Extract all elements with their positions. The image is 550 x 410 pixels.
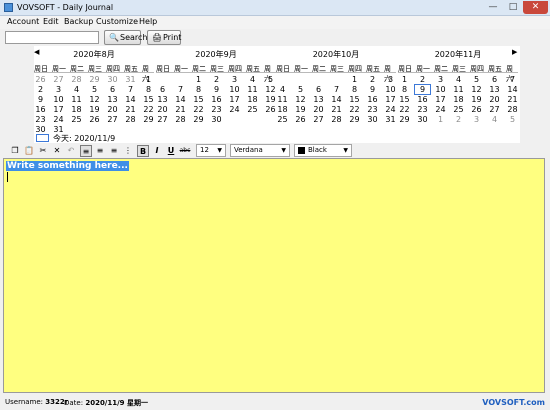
brand-link[interactable]: VOVSOFT.com bbox=[482, 398, 545, 407]
menu-help[interactable]: Help bbox=[139, 17, 157, 26]
menu-backup[interactable]: Backup bbox=[64, 17, 93, 26]
calendar-day[interactable]: 3 bbox=[468, 114, 485, 125]
search-input[interactable] bbox=[5, 31, 99, 44]
calendar-day[interactable]: 25 bbox=[68, 114, 85, 125]
calendar-day[interactable]: 4 bbox=[486, 114, 503, 125]
bullet-list-icon[interactable]: ⋮ bbox=[122, 145, 134, 157]
calendar-day[interactable]: 27 bbox=[104, 114, 121, 125]
window-title: VOVSOFT - Daily Journal bbox=[17, 3, 114, 12]
calendar-day[interactable]: 1 bbox=[432, 114, 449, 125]
username-label: Username: bbox=[5, 398, 44, 406]
search-button-label: Search bbox=[120, 33, 148, 42]
calendar-day[interactable]: 25 bbox=[244, 104, 261, 115]
editor-text: Write something here... bbox=[6, 161, 129, 171]
app-icon bbox=[4, 3, 13, 12]
underline-icon[interactable]: U bbox=[165, 145, 177, 157]
month-title[interactable]: 2020年11月 bbox=[398, 49, 518, 60]
color-swatch bbox=[298, 147, 305, 154]
menu-account[interactable]: Account bbox=[7, 17, 39, 26]
calendar-day[interactable]: 5 bbox=[504, 114, 521, 125]
calendar-month: 2020年11月 周日 周一 周二 周三 周四 周五 周六 1 2 3 4 5 6 7 8 9 10 11 12 13 1… bbox=[398, 46, 518, 136]
calendar-month: 2020年10月 周日 周一 周二 周三 周四 周五 周六 1 2 3 4 5 6 7 8 9 10 11 12 13 1… bbox=[276, 46, 396, 136]
toolbar: 🔍 Search 🖨 Print bbox=[0, 29, 550, 46]
calendar-month: 2020年8月 周日 周一 周二 周三 周四 周五 周六 26 27 28 29 30 31 1 2 3 4 5 6 7… bbox=[34, 46, 154, 136]
date-label: Date: bbox=[64, 399, 84, 407]
delete-icon[interactable]: ✕ bbox=[51, 145, 63, 157]
calendar-day[interactable]: 27 bbox=[310, 114, 327, 125]
undo-icon[interactable]: ↶ bbox=[65, 145, 77, 157]
menu-customize[interactable]: Customize bbox=[96, 17, 138, 26]
menu-edit[interactable]: Edit bbox=[43, 17, 59, 26]
font-name-value: Verdana bbox=[234, 146, 263, 154]
date-status: Date: 2020/11/9 星期一 bbox=[64, 398, 148, 408]
month-title[interactable]: 2020年10月 bbox=[276, 49, 396, 60]
today-marker bbox=[36, 134, 49, 142]
calendar-day[interactable]: 30 bbox=[364, 114, 381, 125]
bold-icon[interactable]: B bbox=[137, 145, 149, 157]
calendar: ◀ ▶ 2020年8月 周日 周一 周二 周三 周四 周五 周六 26 27 28 29 30 31 1 2 3… bbox=[34, 46, 520, 143]
calendar-day[interactable]: 30 bbox=[208, 114, 225, 125]
title-bar: VOVSOFT - Daily Journal — □ ✕ bbox=[0, 0, 550, 16]
font-size-value: 12 bbox=[200, 146, 209, 154]
calendar-day[interactable]: 24 bbox=[226, 104, 243, 115]
font-color-select[interactable]: Black ▼ bbox=[294, 144, 352, 157]
print-button-label: Print bbox=[163, 33, 182, 42]
printer-icon: 🖨 bbox=[152, 33, 163, 42]
calendar-day[interactable]: 27 bbox=[154, 114, 171, 125]
chevron-down-icon: ▼ bbox=[217, 147, 222, 154]
username-status: Username: 3322r bbox=[5, 398, 68, 406]
status-bar: Username: 3322r Date: 2020/11/9 星期一 VOVS… bbox=[0, 396, 550, 410]
text-caret bbox=[7, 172, 8, 182]
magnifier-icon: 🔍 bbox=[109, 33, 119, 42]
calendar-month: 2020年9月 周日 周一 周二 周三 周四 周五 周六 1 2 3 4 5 6 7 8 9 10 11 12 13 14… bbox=[156, 46, 276, 136]
font-color-value: Black bbox=[308, 146, 327, 154]
journal-editor[interactable]: Write something here... bbox=[3, 158, 545, 393]
italic-icon[interactable]: I bbox=[151, 145, 163, 157]
calendar-day[interactable]: 2 bbox=[450, 114, 467, 125]
align-center-icon[interactable]: ≡ bbox=[94, 145, 106, 157]
calendar-day[interactable]: 25 bbox=[274, 114, 291, 125]
calendar-day[interactable]: 29 bbox=[190, 114, 207, 125]
paste-icon[interactable]: 📋 bbox=[23, 145, 35, 157]
weekday-divider bbox=[398, 72, 518, 73]
minimize-button[interactable]: — bbox=[483, 1, 503, 14]
month-title[interactable]: 2020年8月 bbox=[34, 49, 154, 60]
close-button[interactable]: ✕ bbox=[523, 1, 548, 14]
cut-icon[interactable]: ✂ bbox=[37, 145, 49, 157]
font-name-select[interactable]: Verdana ▼ bbox=[230, 144, 290, 157]
weekday-divider bbox=[276, 72, 396, 73]
month-title[interactable]: 2020年9月 bbox=[156, 49, 276, 60]
format-toolbar: ❐ 📋 ✂ ✕ ↶ ≡ ≡ ≡ ⋮ B I U abc 12 ▼ Verdana… bbox=[0, 143, 550, 158]
chevron-down-icon: ▼ bbox=[281, 147, 286, 154]
align-right-icon[interactable]: ≡ bbox=[108, 145, 120, 157]
strikethrough-icon[interactable]: abc bbox=[179, 145, 191, 157]
calendar-day[interactable]: 26 bbox=[86, 114, 103, 125]
weekday-divider bbox=[34, 72, 154, 73]
maximize-button[interactable]: □ bbox=[503, 1, 523, 14]
align-left-icon[interactable]: ≡ bbox=[80, 145, 92, 157]
menu-bar: Account Edit Backup Customize Help bbox=[0, 16, 550, 29]
calendar-day[interactable]: 28 bbox=[122, 114, 139, 125]
font-size-select[interactable]: 12 ▼ bbox=[196, 144, 226, 157]
search-button[interactable]: 🔍 Search bbox=[104, 30, 147, 45]
chevron-down-icon: ▼ bbox=[343, 147, 348, 154]
weekday-divider bbox=[156, 72, 276, 73]
calendar-day[interactable]: 29 bbox=[396, 114, 413, 125]
calendar-day[interactable]: 28 bbox=[328, 114, 345, 125]
date-value: 2020/11/9 星期一 bbox=[85, 399, 148, 407]
calendar-day[interactable]: 26 bbox=[292, 114, 309, 125]
calendar-day[interactable]: 28 bbox=[172, 114, 189, 125]
copy-icon[interactable]: ❐ bbox=[9, 145, 21, 157]
calendar-day[interactable]: 30 bbox=[414, 114, 431, 125]
calendar-day[interactable]: 29 bbox=[346, 114, 363, 125]
print-button[interactable]: 🖨 Print bbox=[147, 30, 181, 45]
